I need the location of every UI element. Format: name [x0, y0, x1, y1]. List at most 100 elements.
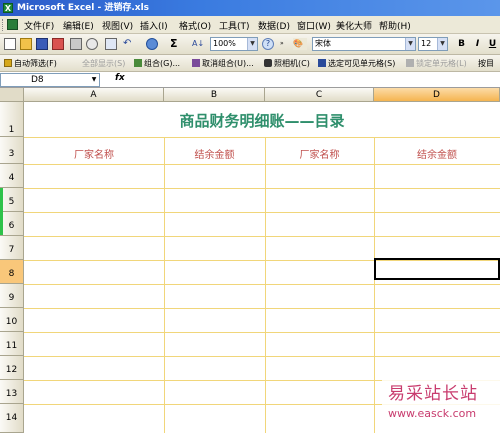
font-size-select[interactable]: 12 ▼ [418, 37, 448, 51]
menubar-grip[interactable] [2, 19, 6, 31]
select-all-corner[interactable] [0, 88, 24, 102]
gridline-vertical [164, 137, 165, 433]
row-header-12[interactable]: 12 [0, 356, 24, 380]
gridline-horizontal [24, 188, 500, 189]
menu-data[interactable]: 数据(D) [258, 19, 290, 32]
autosum-icon[interactable]: Σ [170, 38, 182, 50]
header-cell-c3[interactable]: 厂家名称 [265, 146, 374, 161]
autofilter-button[interactable]: 自动筛选(F) [4, 58, 57, 69]
lock-icon [406, 59, 414, 67]
insert-function-icon[interactable]: fx [115, 73, 125, 83]
gridline-horizontal [24, 137, 500, 138]
window-title: Microsoft Excel - 进销存.xls [17, 3, 150, 13]
research-icon[interactable] [105, 38, 117, 50]
name-box-value: D8 [31, 75, 44, 85]
row-header-7[interactable]: 7 [0, 236, 24, 260]
formula-input[interactable] [130, 73, 498, 86]
hyperlink-icon[interactable] [146, 38, 158, 50]
camera-button[interactable]: 照相机(C) [264, 58, 310, 69]
zoom-value: 100% [213, 39, 236, 48]
chevron-down-icon[interactable]: ▼ [89, 74, 99, 86]
camera-icon [264, 59, 272, 67]
row-header-10[interactable]: 10 [0, 308, 24, 332]
watermark-title: 易采站长站 [388, 384, 478, 404]
row-header-14[interactable]: 14 [0, 404, 24, 433]
document-icon[interactable] [7, 19, 18, 30]
gridline-horizontal [24, 356, 500, 357]
menu-window[interactable]: 窗口(W) [297, 19, 331, 32]
column-header-c[interactable]: C [265, 88, 374, 102]
open-folder-icon[interactable] [20, 38, 32, 50]
gridline-horizontal [24, 284, 500, 285]
row-header-3[interactable]: 3 [0, 137, 24, 164]
next-button[interactable]: 按目 [478, 58, 494, 69]
active-cell-d8[interactable] [374, 258, 500, 280]
column-header-a[interactable]: A [24, 88, 164, 102]
group-button[interactable]: 组合(G)... [134, 58, 180, 69]
row-header-1[interactable]: 1 [0, 102, 24, 137]
filter-icon [4, 59, 12, 67]
gridline-horizontal [24, 236, 500, 237]
row-header-13[interactable]: 13 [0, 380, 24, 404]
gridline-horizontal [24, 308, 500, 309]
underline-button[interactable]: U [486, 38, 499, 51]
show-all-button[interactable]: 全部显示(S) [82, 58, 125, 69]
new-file-icon[interactable] [4, 38, 16, 50]
watermark-url: www.easck.com [388, 407, 477, 420]
save-icon[interactable] [36, 38, 48, 50]
menu-help[interactable]: 帮助(H) [379, 19, 411, 32]
italic-button[interactable]: I [471, 38, 484, 51]
standard-toolbar: ↶ Σ A↓ 100% ▼ ? » 🎨 宋体 ▼ 12 ▼ B I U [0, 34, 500, 55]
gridline-horizontal [24, 332, 500, 333]
ungroup-button[interactable]: 取消组合(U)... [192, 58, 254, 69]
select-visible-label: 选定可见单元格(S) [328, 59, 396, 68]
select-cells-icon [318, 59, 326, 67]
chevron-down-icon[interactable]: ▼ [437, 38, 447, 50]
row-header-11[interactable]: 11 [0, 332, 24, 356]
excel-app-icon[interactable]: X [3, 3, 13, 13]
help-icon[interactable]: ? [262, 38, 274, 50]
select-visible-cells-button[interactable]: 选定可见单元格(S) [318, 58, 395, 69]
ungroup-label: 取消组合(U)... [202, 59, 254, 68]
sheet-title-cell[interactable]: 商品财务明细账——目录 [24, 110, 500, 131]
bold-button[interactable]: B [455, 38, 468, 51]
left-edge-accent [0, 188, 3, 235]
column-header-b[interactable]: B [164, 88, 265, 102]
menu-beautify[interactable]: 美化大师 [336, 19, 372, 32]
chevron-down-icon[interactable]: ▼ [247, 38, 257, 50]
undo-icon[interactable]: ↶ [123, 38, 135, 50]
menu-format[interactable]: 格式(O) [179, 19, 211, 32]
header-cell-a3[interactable]: 厂家名称 [24, 146, 164, 161]
row-header-6[interactable]: 6 [0, 212, 24, 236]
print-preview-icon[interactable] [86, 38, 98, 50]
menu-file[interactable]: 文件(F) [24, 19, 54, 32]
row-header-9[interactable]: 9 [0, 284, 24, 308]
font-name-select[interactable]: 宋体 ▼ [312, 37, 416, 51]
chevron-down-icon[interactable]: ▼ [405, 38, 415, 50]
menu-edit[interactable]: 编辑(E) [63, 19, 94, 32]
menu-view[interactable]: 视图(V) [102, 19, 133, 32]
watermark: 易采站长站 www.easck.com [382, 378, 500, 433]
utility-toolbar: 自动筛选(F) 全部显示(S) 组合(G)... 取消组合(U)... 照相机(… [0, 55, 500, 72]
zoom-select[interactable]: 100% ▼ [210, 37, 258, 51]
toolbar-options-icon[interactable]: » [280, 38, 286, 50]
header-cell-b3[interactable]: 结余金额 [164, 146, 265, 161]
print-icon[interactable] [70, 38, 82, 50]
permission-icon[interactable] [52, 38, 64, 50]
menu-tools[interactable]: 工具(T) [219, 19, 250, 32]
lock-cells-button[interactable]: 锁定单元格(L) [406, 58, 467, 69]
font-size-value: 12 [421, 39, 432, 48]
column-header-d[interactable]: D [374, 88, 500, 102]
row-header-5[interactable]: 5 [0, 188, 24, 212]
row-header-8[interactable]: 8 [0, 260, 24, 284]
menu-insert[interactable]: 插入(I) [140, 19, 168, 32]
row-header-4[interactable]: 4 [0, 164, 24, 188]
name-box[interactable]: D8 ▼ [0, 73, 100, 87]
gridline-horizontal [24, 212, 500, 213]
sort-ascending-icon[interactable]: A↓ [192, 38, 204, 50]
fill-color-icon[interactable]: 🎨 [293, 38, 307, 50]
window-title-bar: X Microsoft Excel - 进销存.xls [0, 0, 500, 16]
gridline-vertical [374, 137, 375, 433]
ungroup-icon [192, 59, 200, 67]
header-cell-d3[interactable]: 结余金额 [374, 146, 500, 161]
